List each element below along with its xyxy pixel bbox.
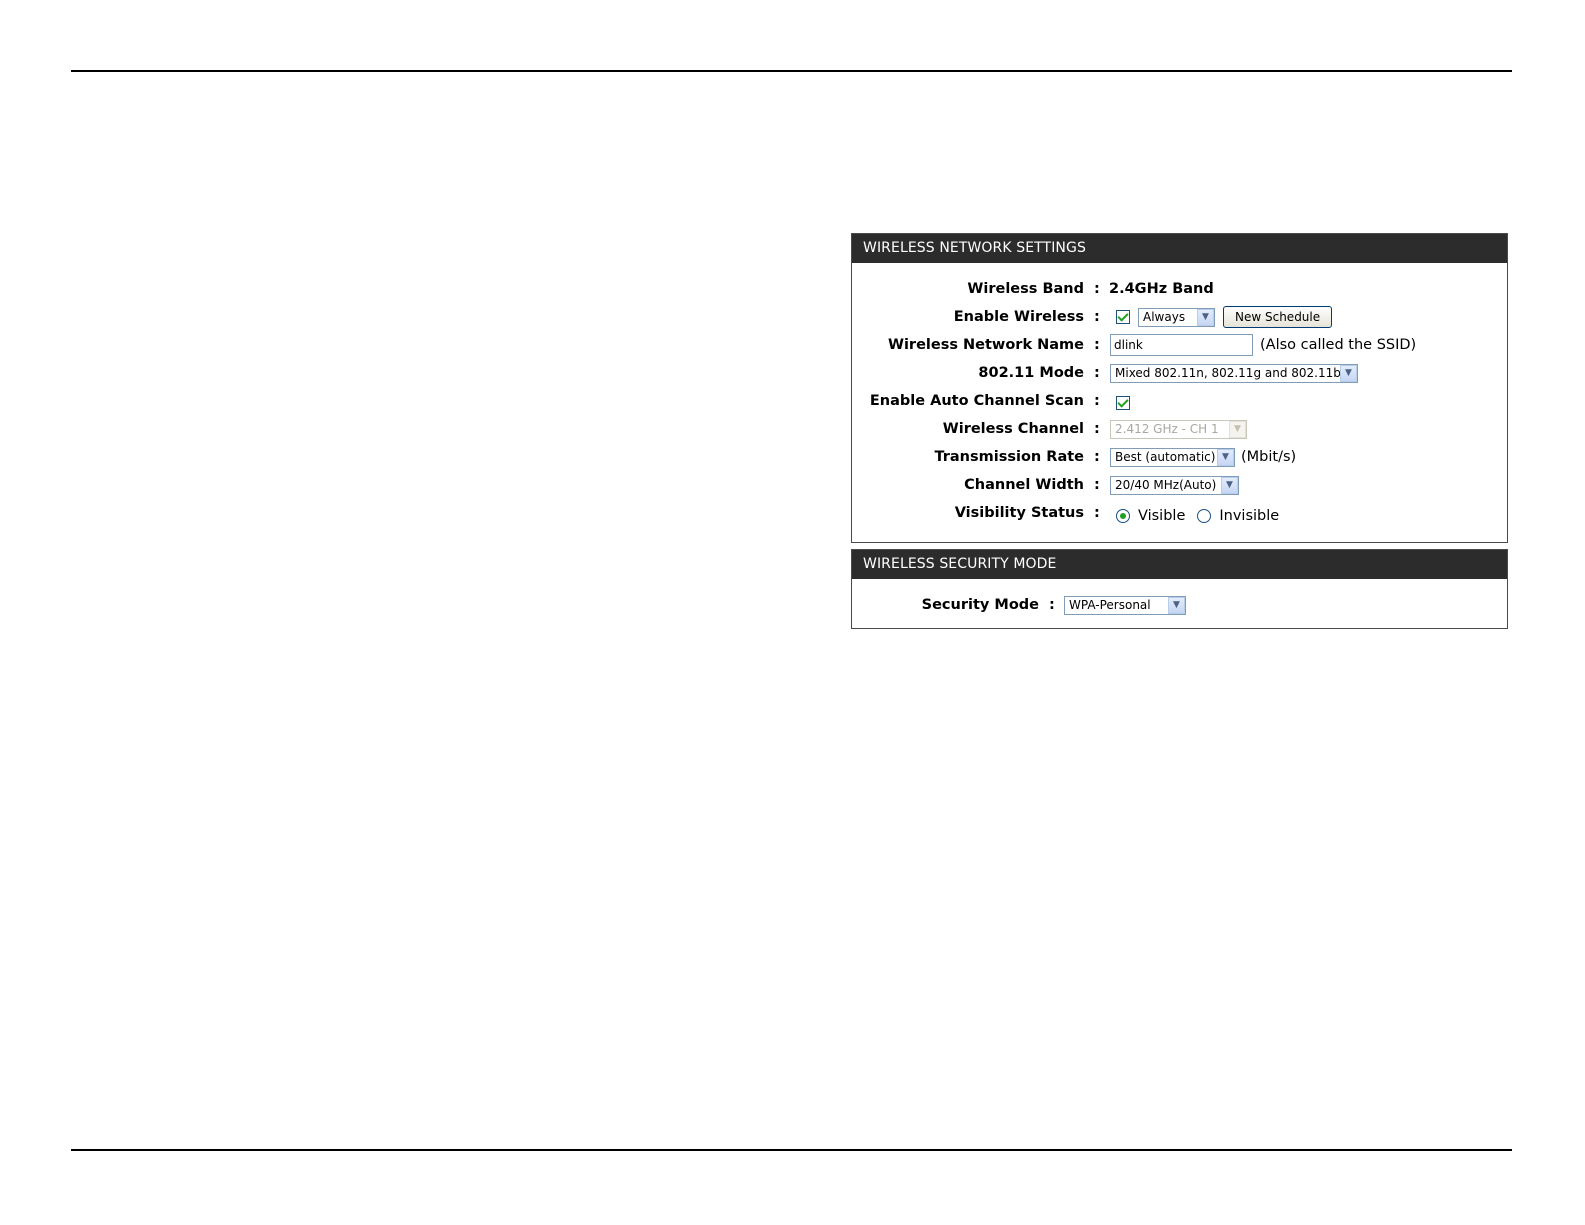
channel-width-value: 20/40 MHz(Auto) (1115, 478, 1217, 492)
bottom-divider (71, 1149, 1512, 1151)
colon: : (1094, 309, 1100, 325)
security-mode-label: Security Mode (921, 597, 1039, 613)
top-divider (71, 70, 1512, 72)
wireless-network-settings-panel: WIRELESS NETWORK SETTINGS Wireless Band … (851, 233, 1508, 543)
security-mode-select[interactable]: WPA-Personal ▼ (1064, 595, 1186, 615)
colon: : (1094, 337, 1100, 353)
auto-channel-label: Enable Auto Channel Scan (869, 393, 1084, 409)
enable-wireless-checkbox[interactable] (1116, 310, 1130, 324)
new-schedule-button[interactable]: New Schedule (1223, 306, 1333, 328)
tx-rate-value: Best (automatic) (1115, 450, 1216, 464)
colon: : (1094, 393, 1100, 409)
tx-rate-label: Transmission Rate (934, 449, 1084, 465)
chevron-down-icon: ▼ (1340, 364, 1357, 382)
channel-select[interactable]: 2.412 GHz - CH 1 ▼ (1110, 419, 1247, 439)
colon: : (1094, 505, 1100, 521)
visibility-label: Visibility Status (954, 505, 1084, 521)
network-name-input[interactable]: dlink (1110, 334, 1253, 356)
invisible-label: Invisible (1219, 508, 1280, 524)
mode-value: Mixed 802.11n, 802.11g and 802.11b (1115, 366, 1340, 380)
wireless-band-label: Wireless Band (967, 281, 1084, 297)
chevron-down-icon: ▼ (1221, 476, 1238, 494)
channel-width-label: Channel Width (964, 477, 1084, 493)
security-mode-value: WPA-Personal (1069, 598, 1151, 612)
colon: : (1049, 597, 1055, 613)
schedule-select[interactable]: Always ▼ (1138, 307, 1215, 327)
wireless-band-value: 2.4GHz Band (1109, 281, 1214, 297)
panel-header-wireless-network-settings: WIRELESS NETWORK SETTINGS (852, 234, 1507, 263)
chevron-down-icon: ▼ (1197, 308, 1214, 326)
tx-rate-unit: (Mbit/s) (1241, 449, 1297, 465)
channel-value: 2.412 GHz - CH 1 (1115, 422, 1219, 436)
chevron-down-icon: ▼ (1229, 420, 1246, 438)
chevron-down-icon: ▼ (1217, 448, 1234, 466)
colon: : (1094, 449, 1100, 465)
ssid-hint: (Also called the SSID) (1260, 337, 1417, 353)
channel-width-select[interactable]: 20/40 MHz(Auto) ▼ (1110, 475, 1239, 495)
wireless-security-mode-panel: WIRELESS SECURITY MODE Security Mode : W… (851, 549, 1508, 629)
colon: : (1094, 477, 1100, 493)
network-name-label: Wireless Network Name (887, 337, 1084, 353)
tx-rate-select[interactable]: Best (automatic) ▼ (1110, 447, 1235, 467)
colon: : (1094, 365, 1100, 381)
panel-header-wireless-security-mode: WIRELESS SECURITY MODE (852, 550, 1507, 579)
mode-label: 802.11 Mode (978, 365, 1084, 381)
auto-channel-checkbox[interactable] (1116, 396, 1130, 410)
channel-label: Wireless Channel (942, 421, 1084, 437)
chevron-down-icon: ▼ (1168, 596, 1185, 614)
colon: : (1094, 421, 1100, 437)
enable-wireless-label: Enable Wireless (953, 309, 1084, 325)
schedule-value: Always (1143, 310, 1186, 324)
colon: : (1094, 281, 1100, 297)
invisible-radio[interactable] (1197, 509, 1212, 523)
visible-radio[interactable] (1116, 509, 1130, 523)
mode-select[interactable]: Mixed 802.11n, 802.11g and 802.11b ▼ (1110, 363, 1358, 383)
visible-label: Visible (1138, 508, 1186, 524)
